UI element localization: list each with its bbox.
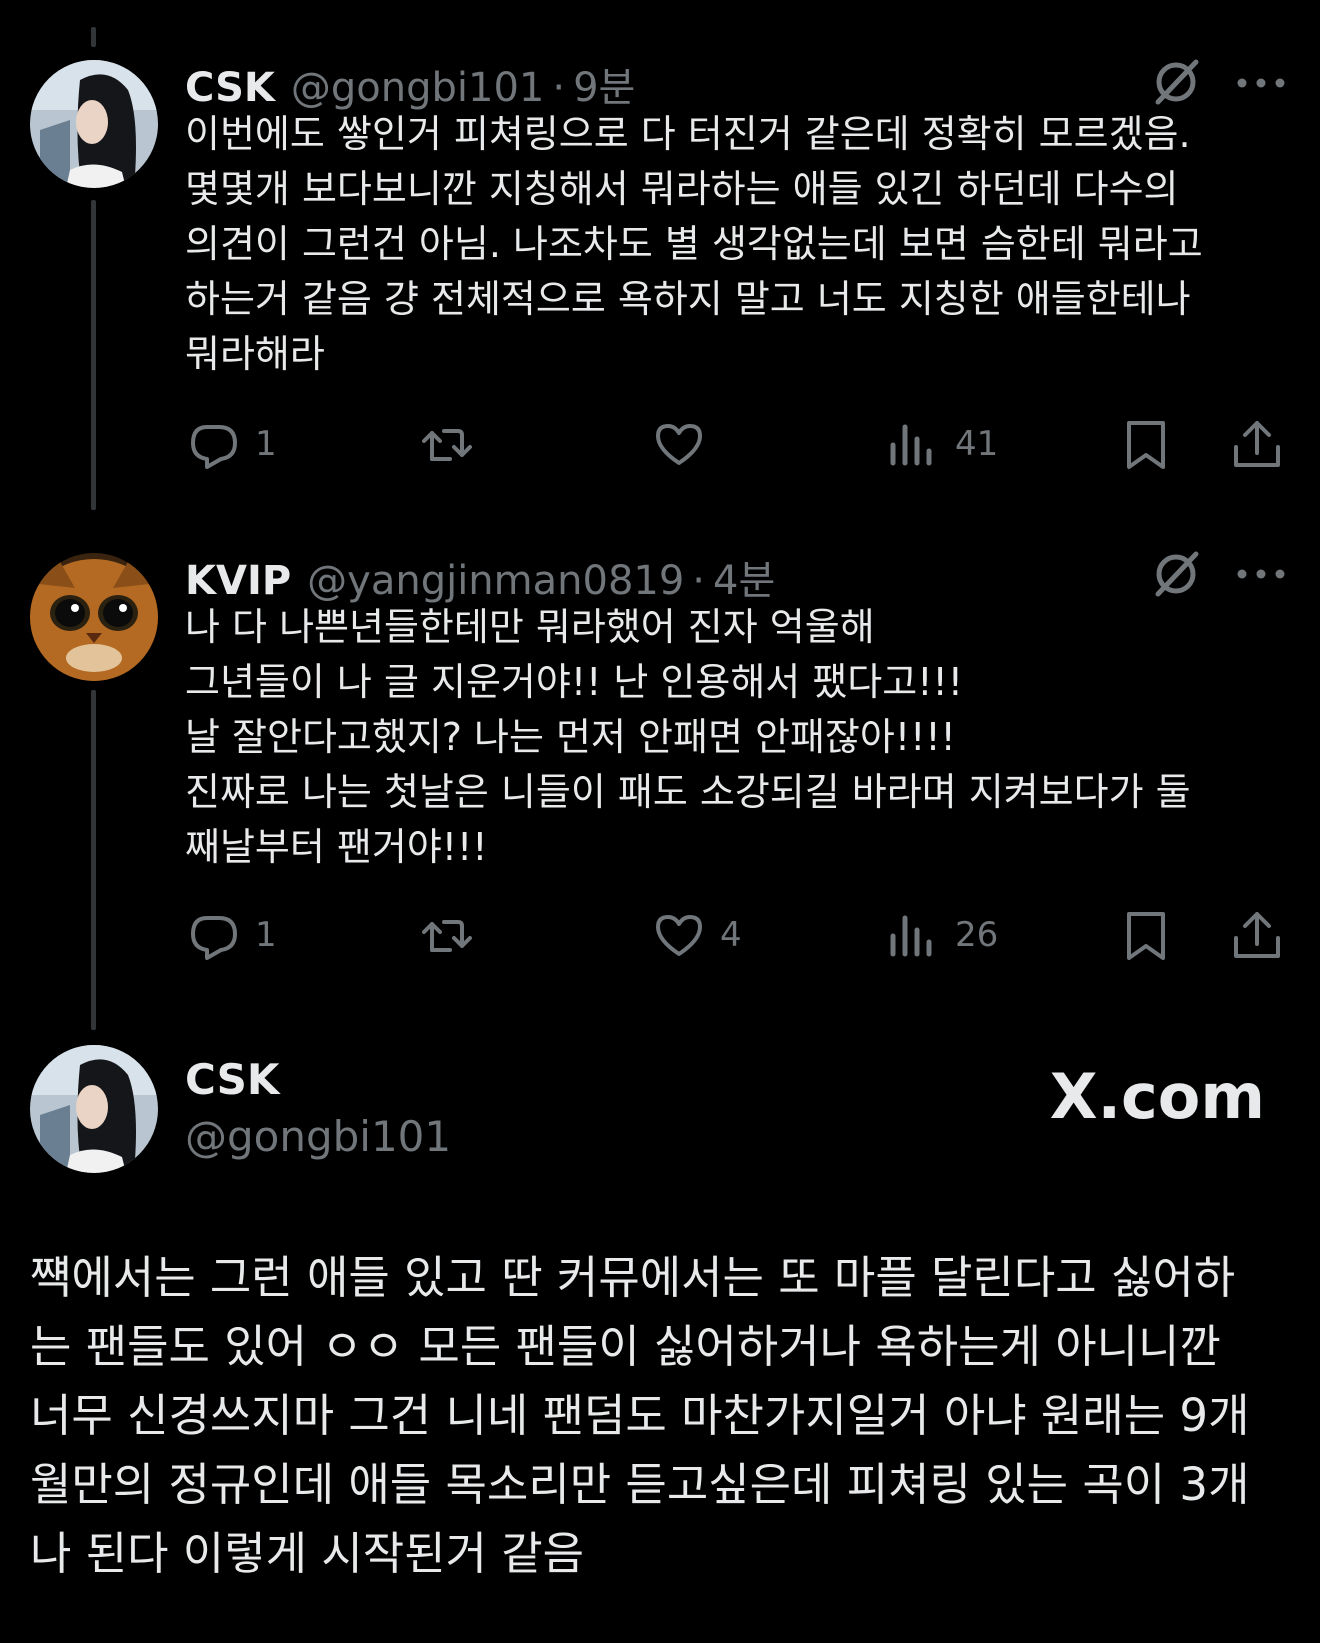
like-count: 4 [720, 915, 742, 955]
x-logo-text: X.com [1049, 1060, 1265, 1133]
avatar[interactable] [30, 60, 158, 188]
grok-icon[interactable] [1150, 548, 1202, 600]
views-button[interactable]: 26 [885, 906, 998, 964]
display-name[interactable]: KVIP [185, 558, 291, 604]
heart-icon [656, 915, 702, 956]
reply-count: 1 [255, 915, 277, 955]
bookmark-icon [1127, 421, 1165, 469]
thread-line-top [91, 27, 96, 47]
views-count: 26 [955, 915, 999, 955]
display-name[interactable]: CSK [185, 1055, 279, 1104]
bookmark-button[interactable] [1117, 415, 1175, 473]
more-icon[interactable] [1235, 75, 1287, 89]
views-count: 41 [955, 424, 999, 464]
views-icon [890, 424, 932, 466]
reply-icon [191, 425, 237, 469]
separator-dot: · [552, 65, 566, 111]
bookmark-button[interactable] [1117, 906, 1175, 964]
grok-icon[interactable] [1150, 56, 1202, 108]
reply-count: 1 [255, 424, 277, 464]
like-button[interactable] [650, 415, 720, 473]
thread-line-1 [91, 200, 96, 510]
retweet-button[interactable] [418, 906, 476, 964]
user-handle[interactable]: @gongbi101 [185, 1112, 451, 1161]
reply-button[interactable]: 1 [185, 415, 277, 473]
reply-icon [191, 916, 237, 960]
avatar[interactable] [30, 1045, 158, 1173]
separator-dot: · [692, 558, 706, 604]
more-icon[interactable] [1235, 566, 1287, 580]
heart-icon [656, 424, 702, 465]
user-handle[interactable]: @yangjinman0819 [307, 558, 684, 604]
like-button[interactable]: 4 [650, 906, 742, 964]
timestamp[interactable]: 4분 [713, 548, 775, 606]
share-icon [1234, 421, 1280, 467]
tweet-text: 나 다 나쁜년들한테만 뭐라했어 진자 억울해 그년들이 나 글 지운거야!! … [185, 605, 1191, 869]
views-button[interactable]: 41 [885, 415, 998, 473]
share-button[interactable] [1228, 415, 1286, 473]
avatar[interactable] [30, 553, 158, 681]
thread-line-2 [91, 690, 96, 1030]
bookmark-icon [1127, 912, 1165, 960]
share-icon [1234, 912, 1280, 958]
share-button[interactable] [1228, 906, 1286, 964]
retweet-button[interactable] [418, 415, 476, 473]
retweet-icon [422, 920, 472, 952]
timestamp[interactable]: 9분 [573, 55, 635, 113]
user-handle[interactable]: @gongbi101 [291, 65, 544, 111]
reply-button[interactable]: 1 [185, 906, 277, 964]
views-icon [890, 915, 932, 957]
tweet-header: CSK @gongbi101 · 9분 [185, 55, 635, 113]
display-name[interactable]: CSK [185, 65, 275, 111]
tweet-text: 쨱에서는 그런 애들 있고 딴 커뮤에서는 또 마플 달린다고 싫어하 는 팬들… [30, 1251, 1250, 1580]
retweet-icon [422, 429, 472, 461]
tweet-header: KVIP @yangjinman0819 · 4분 [185, 548, 775, 606]
tweet-text: 이번에도 쌓인거 피쳐링으로 다 터진거 같은데 정확히 모르겠음. 몇몇개 보… [185, 112, 1203, 376]
